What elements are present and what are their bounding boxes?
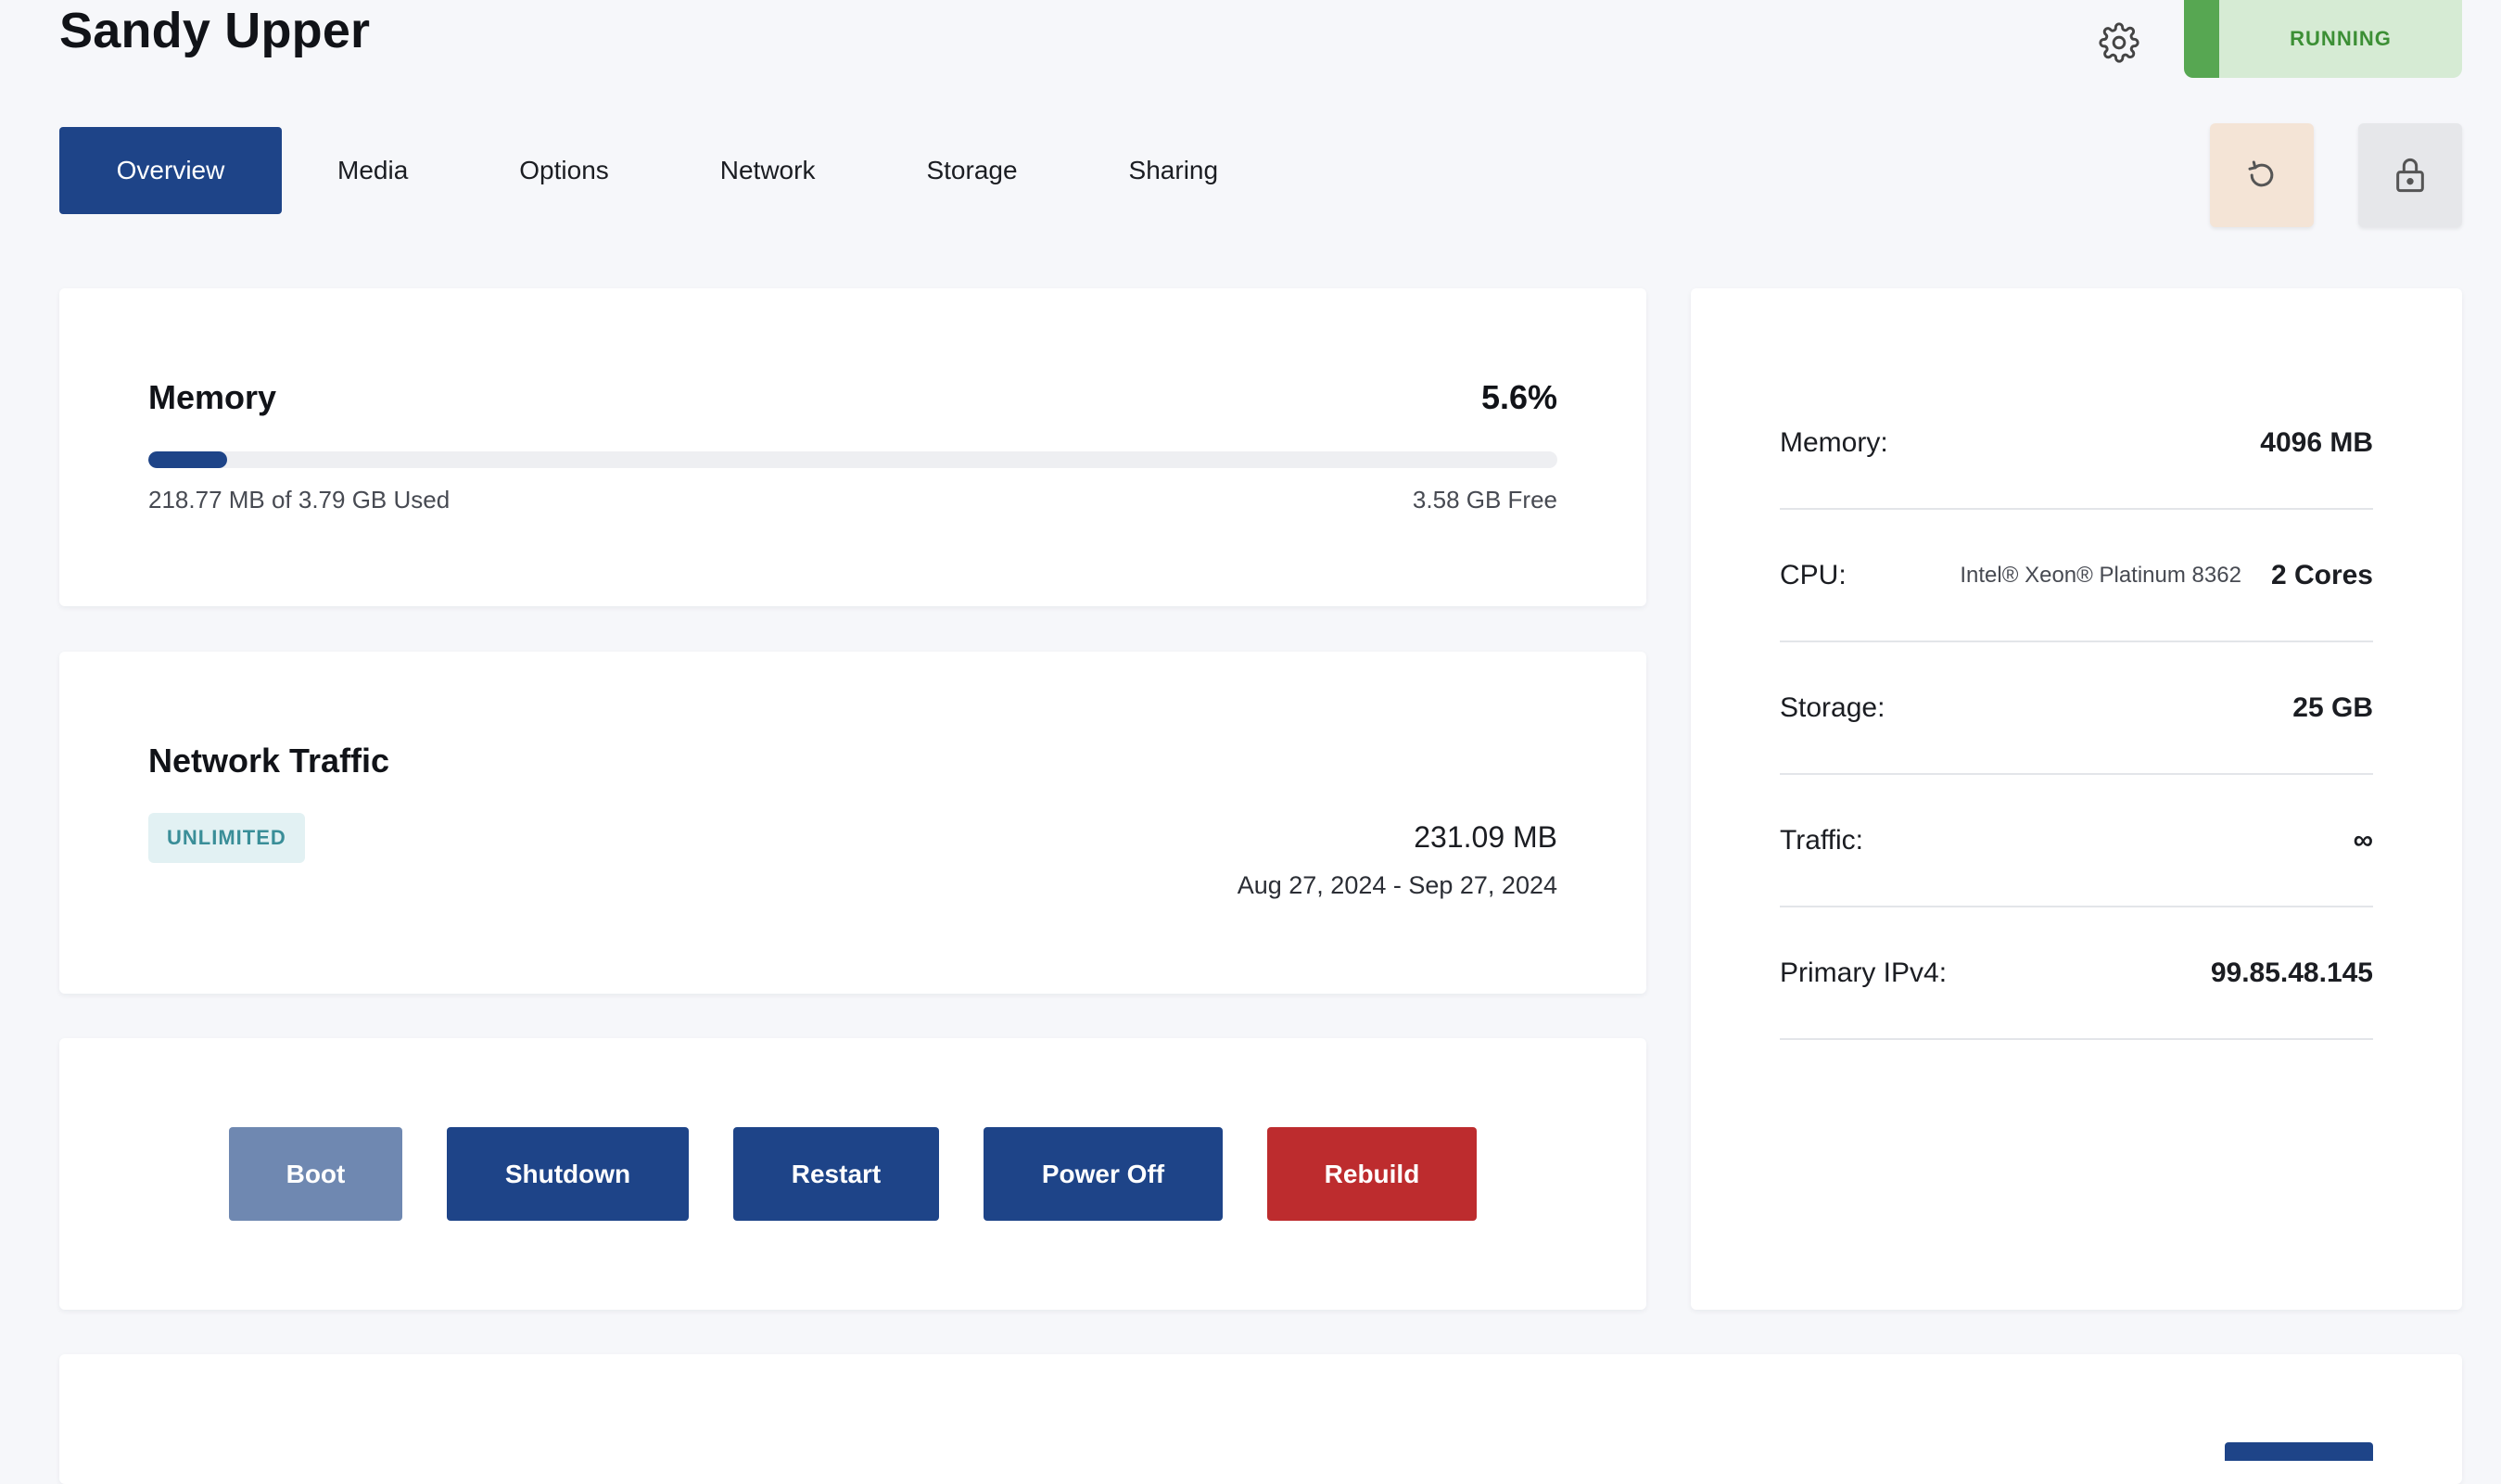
spec-row-storage: Storage: 25 GB: [1780, 642, 2373, 775]
spec-value: ∞: [2353, 824, 2373, 856]
spec-row-ipv4: Primary IPv4: 99.85.48.145: [1780, 907, 2373, 1040]
spec-label: Primary IPv4:: [1780, 957, 1948, 988]
tab-network[interactable]: Network: [720, 127, 816, 214]
tab-storage[interactable]: Storage: [926, 127, 1017, 214]
status-text: RUNNING: [2290, 27, 2392, 50]
memory-percent: 5.6%: [1480, 378, 1557, 416]
spec-value: 25 GB: [2292, 691, 2373, 723]
cpu-model: Intel® Xeon® Platinum 8362: [1960, 562, 2241, 588]
spec-row-memory: Memory: 4096 MB: [1780, 377, 2373, 510]
memory-used: 218.77 MB of 3.79 GB Used: [148, 486, 451, 514]
spec-value: 2 Cores: [2270, 559, 2373, 590]
page-title: Sandy Upper: [59, 3, 371, 58]
memory-card: [59, 288, 1646, 606]
memory-progress-bar: [148, 451, 1557, 468]
lower-card: [59, 1354, 2462, 1484]
status-badge: RUNNING: [2184, 0, 2462, 78]
rebuild-button[interactable]: Rebuild: [1267, 1127, 1477, 1221]
memory-progress-fill: [148, 451, 228, 468]
traffic-amount: 231.09 MB: [1414, 820, 1557, 854]
spec-label: Traffic:: [1780, 824, 1864, 856]
memory-title: Memory: [148, 378, 277, 416]
refresh-button[interactable]: [2210, 123, 2314, 227]
spec-value: 99.85.48.145: [2210, 957, 2373, 988]
tab-sharing[interactable]: Sharing: [1129, 127, 1219, 214]
restart-button[interactable]: Restart: [733, 1127, 939, 1221]
gear-icon[interactable]: [2099, 22, 2139, 63]
shutdown-button[interactable]: Shutdown: [447, 1127, 689, 1221]
network-traffic-title: Network Traffic: [148, 742, 390, 780]
refresh-icon: [2248, 160, 2274, 187]
tab-overview[interactable]: Overview: [59, 127, 282, 214]
tab-media[interactable]: Media: [337, 127, 408, 214]
unlimited-badge: UNLIMITED: [148, 813, 305, 863]
spec-row-traffic: Traffic: ∞: [1780, 775, 2373, 907]
spec-label: CPU:: [1780, 559, 1847, 590]
lock-button[interactable]: [2358, 123, 2462, 227]
traffic-date-range: Aug 27, 2024 - Sep 27, 2024: [1237, 871, 1557, 899]
spec-row-cpu: CPU: Intel® Xeon® Platinum 8362 2 Cores: [1780, 510, 2373, 642]
lower-card-button[interactable]: [2225, 1442, 2373, 1461]
memory-free: 3.58 GB Free: [1412, 486, 1557, 514]
spec-label: Memory:: [1780, 426, 1888, 458]
power-off-button[interactable]: Power Off: [984, 1127, 1223, 1221]
spec-value: 4096 MB: [2260, 426, 2373, 458]
tab-bar: Overview Media Options Network Storage S…: [59, 127, 1218, 214]
tab-options[interactable]: Options: [519, 127, 609, 214]
lock-icon: [2396, 158, 2424, 193]
status-indicator: [2184, 0, 2219, 78]
boot-button[interactable]: Boot: [229, 1127, 402, 1221]
spec-label: Storage:: [1780, 691, 1885, 723]
